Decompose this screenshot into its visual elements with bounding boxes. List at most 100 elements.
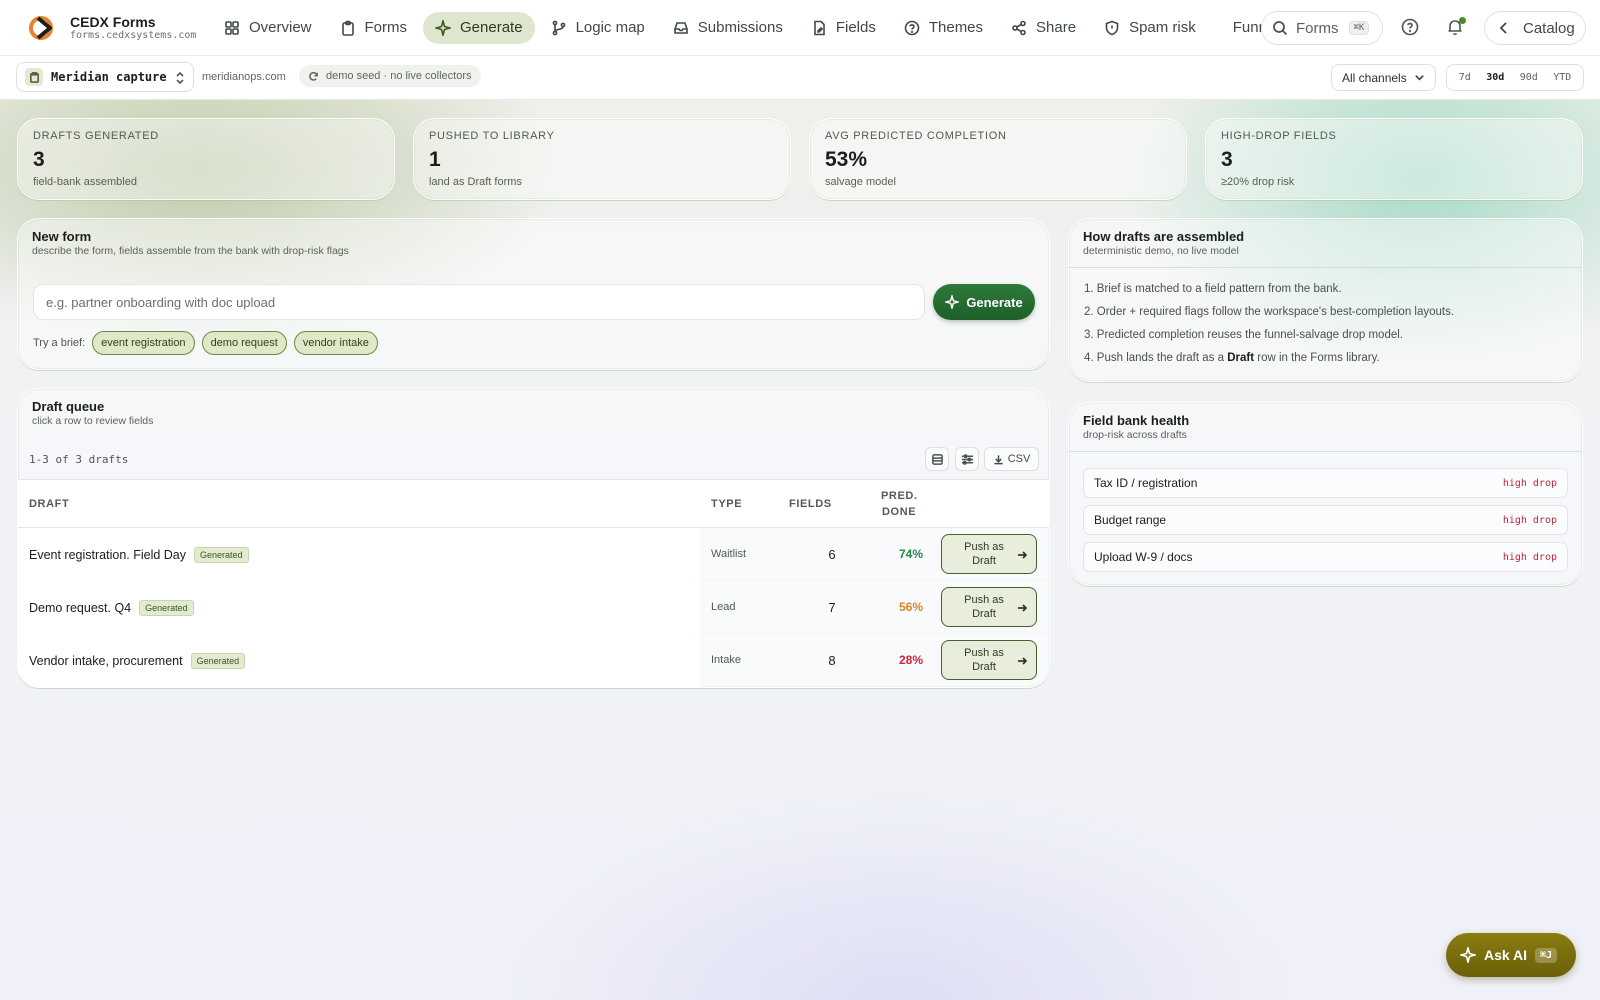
brief-chip-event-registration[interactable]: event registration — [92, 331, 195, 355]
field-label: Tax ID / registration — [1094, 476, 1198, 490]
col-pred[interactable]: Pred. — [881, 490, 918, 502]
nav-item-spam-risk[interactable]: Spam risk — [1092, 12, 1208, 44]
nav-item-label: Themes — [928, 19, 984, 36]
help-button[interactable] — [1401, 18, 1421, 38]
draft-queue-panel: Draft queue click a row to review fields… — [17, 388, 1050, 688]
nav-item-label: Share — [1036, 19, 1077, 36]
nav-item-share[interactable]: Share — [999, 12, 1088, 44]
columns-button[interactable] — [955, 447, 979, 471]
nav-item-themes[interactable]: Themes — [892, 12, 995, 44]
panel-subtitle: describe the form, fields assemble from … — [32, 245, 349, 257]
list-item: 4. Push lands the draft as a Draft row i… — [1084, 352, 1380, 364]
push-as-draft-button[interactable]: Push as Draft — [941, 640, 1037, 680]
field-label: Upload W-9 / docs — [1094, 550, 1193, 564]
generate-label: Generate — [966, 294, 1023, 310]
nav-item-logic-map[interactable]: Logic map — [539, 12, 657, 44]
brand-domain: forms.cedxsystems.com — [70, 29, 197, 41]
nav-item-submissions[interactable]: Submissions — [661, 12, 795, 44]
kpi-value: 53% — [825, 148, 868, 171]
panel-title: Field bank health — [1083, 413, 1190, 428]
divider — [1069, 451, 1582, 452]
range-90d[interactable]: 90d — [1516, 69, 1542, 86]
table-row[interactable]: Vendor intake, procurement Generated Inta… — [18, 634, 1049, 687]
nav-items: Overview Forms Generate Logic map Submis… — [212, 0, 1280, 56]
list-item[interactable]: Budget range high drop — [1083, 505, 1568, 535]
table-row[interactable]: Event registration. Field Day Generated W… — [18, 528, 1049, 581]
panel-title: Draft queue — [32, 399, 105, 414]
nav-item-label: Forms — [364, 19, 408, 36]
nav-item-label: Generate — [460, 19, 523, 36]
kpi-value: 1 — [429, 148, 441, 171]
channel-select[interactable]: All channels — [1331, 64, 1436, 91]
chevron-left-icon — [1499, 22, 1507, 34]
channel-value: All channels — [1342, 70, 1407, 85]
push-as-draft-button[interactable]: Push as Draft — [941, 534, 1037, 574]
panel-title: New form — [32, 229, 92, 244]
kpi-sub: field-bank assembled — [33, 176, 137, 188]
chevron-down-icon — [1415, 75, 1424, 81]
refresh-icon — [309, 71, 318, 81]
queue-count: 1-3 of 3 drafts — [29, 453, 129, 466]
brand[interactable]: CEDX Forms forms.cedxsystems.com — [0, 14, 212, 42]
catalog-button[interactable]: Catalog — [1484, 11, 1586, 45]
range-7d[interactable]: 7d — [1455, 69, 1475, 86]
brief-input[interactable] — [33, 284, 925, 320]
generate-button[interactable]: Generate — [933, 284, 1035, 320]
search-button[interactable]: Forms ⌘K — [1261, 11, 1383, 45]
range-30d[interactable]: 30d — [1482, 69, 1508, 86]
nav-item-overview[interactable]: Overview — [212, 12, 324, 44]
list-item: 3. Predicted completion reuses the funne… — [1084, 329, 1403, 341]
col-type[interactable]: Type — [711, 498, 742, 510]
panel-title: How drafts are assembled — [1083, 229, 1245, 244]
csv-export-button[interactable]: CSV — [984, 447, 1039, 471]
push-as-draft-button[interactable]: Push as Draft — [941, 587, 1037, 627]
branch-icon — [552, 20, 565, 35]
nav-item-fields[interactable]: Fields — [799, 12, 888, 44]
kpi-label: Avg predicted completion — [825, 130, 1007, 142]
catalog-label: Catalog — [1523, 19, 1575, 37]
panel-subtitle: deterministic demo, no live model — [1083, 245, 1239, 257]
sliders-icon — [961, 453, 973, 465]
status-badge: Generated — [190, 653, 246, 669]
nav-item-forms[interactable]: Forms — [328, 12, 420, 44]
seed-label: demo seed · no live collectors — [326, 70, 472, 82]
push-label-line2: Draft — [972, 661, 996, 673]
new-form-panel: New form describe the form, fields assem… — [17, 218, 1050, 370]
kpi-high-drop-fields: High-drop fields 3 ≥20% drop risk — [1205, 118, 1583, 200]
ask-ai-button[interactable]: Ask AI ⌘J — [1446, 933, 1576, 977]
download-icon — [994, 454, 1003, 464]
range-ytd[interactable]: YTD — [1549, 69, 1575, 86]
arrow-right-icon — [1018, 551, 1027, 559]
nav-item-label: Logic map — [575, 19, 645, 36]
col-draft[interactable]: Draft — [29, 498, 69, 510]
list-item[interactable]: Upload W-9 / docs high drop — [1083, 542, 1568, 572]
divider — [1069, 267, 1582, 268]
arrow-right-icon — [1018, 657, 1027, 665]
col-done: Done — [882, 506, 917, 518]
how-drafts-panel: How drafts are assembled deterministic d… — [1068, 218, 1583, 382]
nav-item-label: Overview — [249, 19, 312, 36]
col-fields[interactable]: Fields — [789, 498, 832, 510]
list-item[interactable]: Tax ID / registration high drop — [1083, 468, 1568, 498]
kpi-pushed-to-library: Pushed to library 1 land as Draft forms — [413, 118, 791, 200]
table-row[interactable]: Demo request. Q4 Generated Lead 7 56% Pus… — [18, 581, 1049, 634]
sparkle-icon — [1460, 947, 1476, 963]
push-label-line2: Draft — [972, 555, 996, 567]
density-button[interactable] — [925, 447, 949, 471]
assembly-steps: 1. Brief is matched to a field pattern f… — [1084, 283, 1454, 375]
brief-chip-vendor-intake[interactable]: vendor intake — [293, 331, 378, 355]
kpi-drafts-generated: Drafts generated 3 field-bank assembled — [17, 118, 395, 200]
nav-item-label: Submissions — [697, 19, 783, 36]
clipboard-icon — [25, 68, 43, 86]
brief-chip-demo-request[interactable]: demo request — [201, 331, 287, 355]
draft-fields: 7 — [828, 600, 836, 615]
nav-item-generate[interactable]: Generate — [423, 11, 535, 44]
try-label: Try a brief: — [33, 337, 86, 349]
brand-logo-icon — [29, 15, 53, 40]
kpi-value: 3 — [1221, 148, 1233, 171]
workspace-switcher[interactable]: Meridian capture — [16, 62, 194, 92]
field-bank-panel: Field bank health drop-risk across draft… — [1068, 402, 1583, 586]
notifications-button[interactable] — [1446, 17, 1466, 38]
brand-name: CEDX Forms — [70, 13, 156, 30]
share-icon — [1012, 20, 1026, 35]
